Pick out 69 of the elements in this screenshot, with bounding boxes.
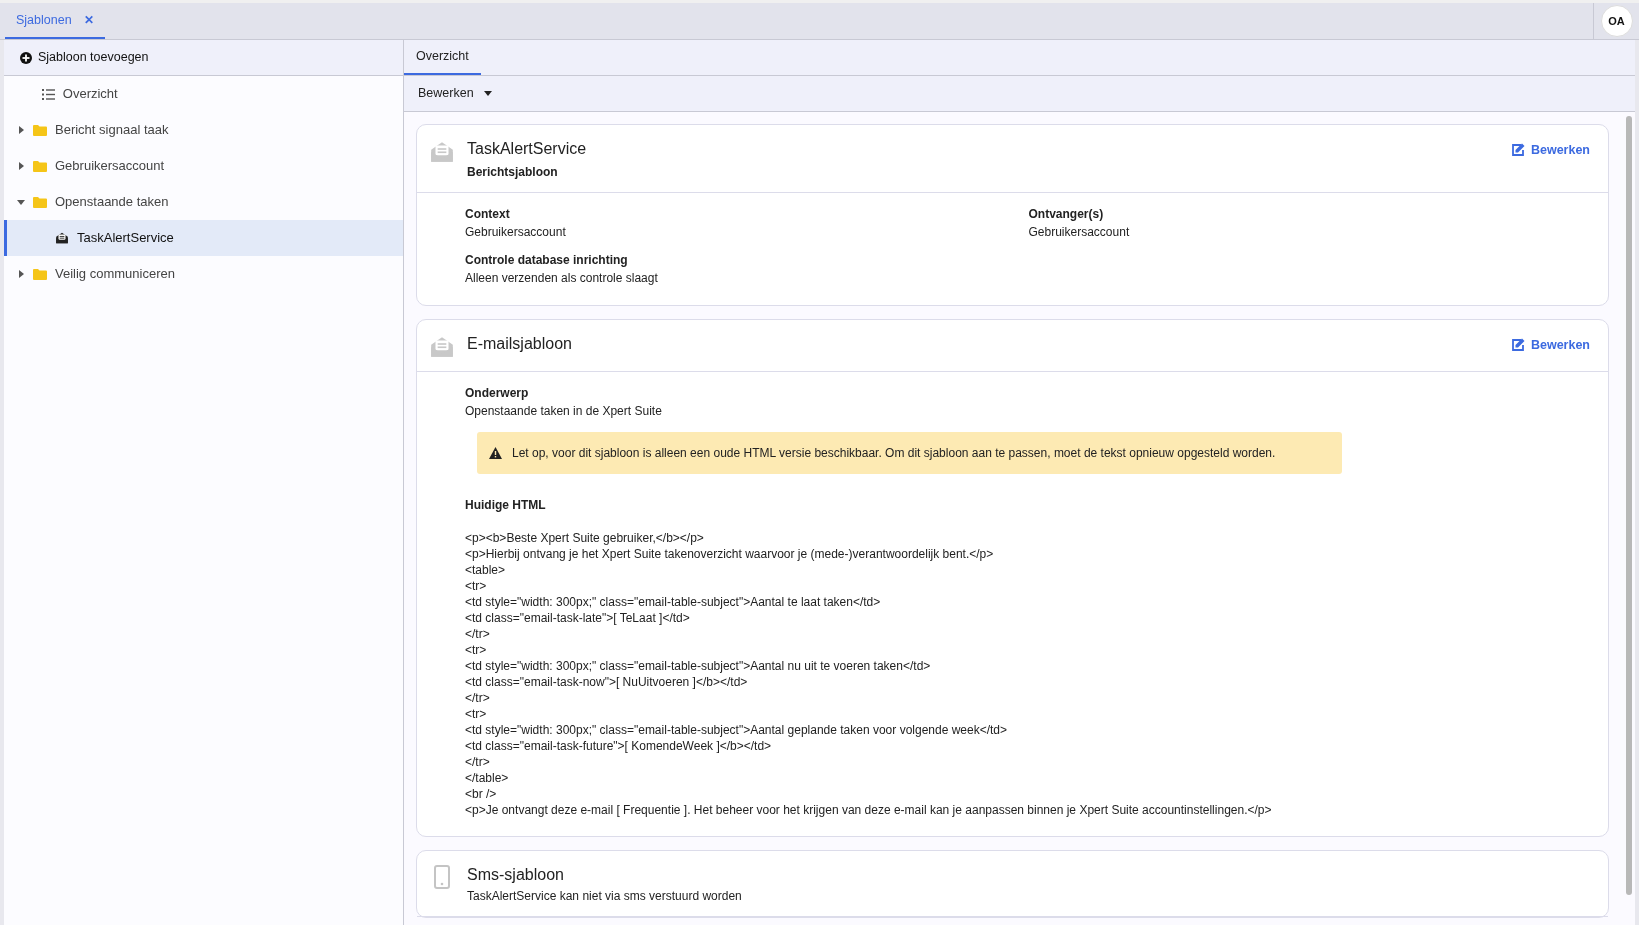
field-label: Ontvanger(s) — [1028, 206, 1105, 223]
field-value: Openstaande taken in de Xpert Suite — [465, 403, 663, 420]
envelope-icon — [55, 231, 69, 245]
html-code-line: <td class="email-task-future">[ KomendeWeek ]</b></td> — [465, 738, 773, 754]
card-subtitle: TaskAlertService kan niet via sms verstuurd worden — [467, 888, 743, 905]
tab-label: Sjablonen — [16, 11, 72, 29]
close-icon[interactable]: ✕ — [83, 11, 94, 29]
field-value: Gebruikersaccount — [465, 224, 567, 241]
html-code-line: <tr> — [465, 706, 488, 722]
folder-icon — [33, 196, 47, 208]
warning-text: Let op, voor dit sjabloon is alleen een oude HTML versie beschikbaar. Om dit sjabloon aan te passen, moet de tekst opnieuw opgesteld worden. — [512, 445, 1276, 462]
html-code-line: <p>Hierbij ontvang je het Xpert Suite takenoverzicht waarvoor je (mede-)verantwoordelijk bent.</p> — [465, 546, 995, 562]
html-code-line: </tr> — [465, 754, 491, 770]
edit-button[interactable]: Bewerken — [1510, 336, 1590, 355]
caret-right-icon[interactable] — [17, 270, 25, 278]
plus-circle-icon — [20, 51, 32, 64]
caret-right-icon[interactable] — [17, 126, 25, 134]
tree-item-label: Overzicht — [62, 85, 118, 104]
add-template-button[interactable]: Sjabloon toevoegen — [4, 40, 403, 76]
field-label: Onderwerp — [465, 385, 530, 402]
html-code-line: </tr> — [465, 690, 491, 706]
html-code-line: <table> — [465, 562, 507, 578]
list-icon — [41, 88, 55, 100]
card-title: TaskAlertService — [467, 139, 588, 159]
caret-right-icon[interactable] — [17, 162, 25, 170]
tree-item[interactable]: Openstaande taken — [4, 184, 403, 220]
tree-item-label: Bericht signaal taak — [55, 121, 169, 140]
folder-icon — [33, 268, 47, 280]
tree-item[interactable]: Gebruikersaccount — [4, 148, 403, 184]
user-avatar[interactable]: OA — [1600, 5, 1633, 37]
tree-item-label: Openstaande taken — [55, 193, 169, 212]
html-code-line: <p>Je ontvangt deze e-mail [ Frequentie ]. Het beheer voor het krijgen van deze e-mail kan je aanpassen binnen je Xpert Suite accountinstellingen.</p> — [465, 802, 1273, 818]
tree-item[interactable]: Overzicht — [4, 76, 403, 112]
html-code-line: <tr> — [465, 642, 488, 658]
phone-icon — [434, 865, 450, 889]
html-code-line: </table> — [465, 770, 510, 786]
card-title: E-mailsjabloon — [467, 334, 573, 354]
html-code-line: </tr> — [465, 626, 491, 642]
tree-item-label: TaskAlertService — [77, 229, 174, 248]
card-subtitle: Berichtsjabloon — [467, 164, 559, 181]
edit-icon — [1510, 143, 1525, 158]
edit-menu-button[interactable]: Bewerken — [418, 84, 492, 103]
tree-item[interactable]: Bericht signaal taak — [4, 112, 403, 148]
html-code-line: <br /> — [465, 786, 498, 802]
html-code-line: <td class="email-task-late">[ TeLaat ]</td> — [465, 610, 691, 626]
warning-icon — [489, 447, 502, 459]
folder-icon — [33, 124, 47, 136]
section-label: Huidige HTML — [465, 497, 547, 514]
tree-item[interactable]: TaskAlertService — [4, 220, 403, 256]
field-value: Alleen verzenden als controle slaagt — [465, 270, 659, 287]
html-code-line: <tr> — [465, 578, 488, 594]
html-code-line: <p><b>Beste Xpert Suite gebruiker,</b></p> — [465, 530, 705, 546]
scrollbar[interactable] — [1626, 116, 1632, 895]
tree-item-label: Veilig communiceren — [55, 265, 175, 284]
caret-down-icon — [483, 91, 492, 96]
tree-item-label: Gebruikersaccount — [55, 157, 165, 176]
html-code-line: <td style="width: 300px;" class="email-table-subject">Aantal te laat taken</td> — [465, 594, 882, 610]
tree-item[interactable]: Veilig communiceren — [4, 256, 403, 292]
html-code-line: <td style="width: 300px;" class="email-table-subject">Aantal nu uit te voeren taken</td> — [465, 658, 932, 674]
html-code-line: <td style="width: 300px;" class="email-table-subject">Aantal geplande taken voor volgende week</td> — [465, 722, 1009, 738]
field-label: Context — [465, 206, 511, 223]
html-code-line: <td class="email-task-now">[ NuUitvoeren ]</b></td> — [465, 674, 749, 690]
folder-icon — [33, 160, 47, 172]
caret-down-icon[interactable] — [17, 198, 25, 206]
edit-button[interactable]: Bewerken — [1510, 141, 1590, 160]
card-title: Sms-sjabloon — [467, 865, 565, 885]
field-value: Gebruikersaccount — [1028, 224, 1131, 241]
edit-icon — [1510, 338, 1525, 353]
field-label: Controle database inrichting — [465, 252, 629, 269]
